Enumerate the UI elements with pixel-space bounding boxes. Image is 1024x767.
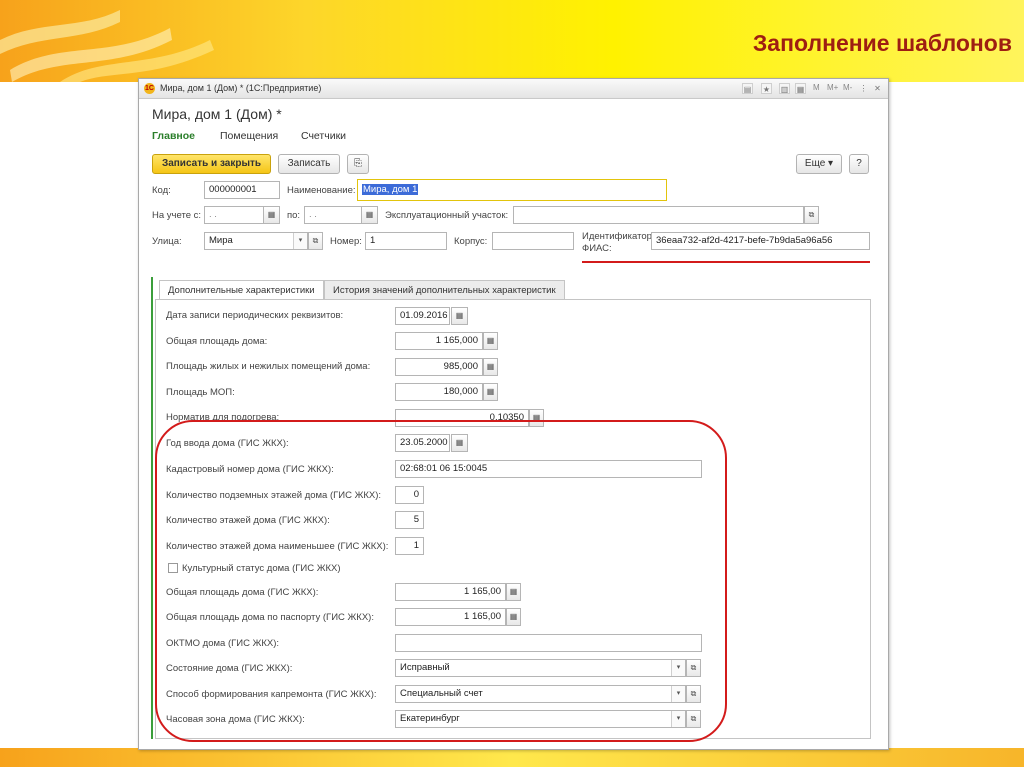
form-title: Мира, дом 1 (Дом) * — [152, 106, 282, 122]
operation-area-field[interactable] — [513, 206, 804, 224]
street-value: Мира — [209, 235, 233, 246]
favorite-icon[interactable]: ★ — [761, 83, 772, 94]
tab-main[interactable]: Главное — [152, 130, 195, 142]
building-field[interactable] — [492, 232, 574, 250]
close-icon[interactable]: ✕ — [872, 83, 883, 94]
calculator-icon[interactable]: ▦ — [483, 358, 498, 376]
more-button[interactable]: Еще ▾ — [796, 154, 842, 174]
tab-additional-characteristics[interactable]: Дополнительные характеристики — [159, 280, 324, 301]
operation-area-label: Эксплуатационный участок: — [385, 210, 509, 221]
code-label: Код: — [152, 185, 171, 196]
number-field[interactable]: 1 — [365, 232, 447, 250]
chevron-down-icon[interactable]: ▾ — [293, 233, 307, 249]
more-label: Еще — [804, 158, 826, 169]
structure-button[interactable]: ⎘ — [347, 154, 369, 174]
print-icon[interactable]: ▥ — [779, 83, 790, 94]
tab-characteristics-history[interactable]: История значений дополнительных характер… — [324, 280, 565, 300]
number-label: Номер: — [330, 236, 362, 247]
registered-to-field[interactable]: . . — [304, 206, 364, 224]
memory-plus-button[interactable]: M+ — [827, 83, 838, 92]
window-title: Мира, дом 1 (Дом) * (1С:Предприятие) — [160, 83, 322, 93]
calculator-icon[interactable]: ▦ — [483, 383, 498, 401]
calculator-icon[interactable]: ▦ — [795, 83, 806, 94]
char-label: Общая площадь дома: — [166, 336, 268, 347]
decorative-swirl-icon — [0, 10, 214, 82]
annotation-underline — [582, 261, 870, 263]
building-label: Корпус: — [454, 236, 488, 247]
calendar-icon[interactable]: ▦ — [263, 206, 280, 224]
save-button[interactable]: Записать — [278, 154, 340, 174]
common-area-field[interactable]: 180,000 — [395, 383, 483, 401]
char-label: Площадь МОП: — [166, 387, 235, 398]
app-logo-icon: 1C — [144, 83, 155, 94]
tab-rooms[interactable]: Помещения — [220, 130, 278, 142]
registered-from-field[interactable]: . . — [204, 206, 264, 224]
annotation-oval — [155, 420, 727, 742]
name-label: Наименование: — [287, 185, 356, 196]
open-form-icon[interactable]: ⧉ — [308, 232, 323, 250]
calculator-icon[interactable]: ▦ — [483, 332, 498, 350]
help-button[interactable]: ? — [849, 154, 869, 174]
memory-m-button[interactable]: M — [813, 83, 820, 92]
save-and-close-button[interactable]: Записать и закрыть — [152, 154, 271, 174]
fias-label-line1: Идентификатор — [582, 231, 652, 242]
slide-title: Заполнение шаблонов — [752, 30, 1012, 56]
structure-icon: ⎘ — [354, 158, 362, 169]
registered-from-label: На учете с: — [152, 210, 202, 221]
window-titlebar: 1C Мира, дом 1 (Дом) * (1С:Предприятие) … — [139, 79, 888, 99]
code-field[interactable]: 000000001 — [204, 181, 280, 199]
registered-to-label: по: — [287, 210, 301, 221]
street-label: Улица: — [152, 236, 182, 247]
menu-icon[interactable]: ⋮ — [858, 83, 869, 94]
calendar-icon[interactable]: ▦ — [361, 206, 378, 224]
name-field[interactable]: Мира, дом 1 — [357, 179, 667, 201]
calendar-icon[interactable]: ▦ — [451, 307, 468, 325]
char-label: Дата записи периодических реквизитов: — [166, 310, 344, 321]
total-area-field[interactable]: 1 165,000 — [395, 332, 483, 350]
char-label: Площадь жилых и нежилых помещений дома: — [166, 361, 371, 372]
living-area-field[interactable]: 985,000 — [395, 358, 483, 376]
fias-label-line2: ФИАС: — [582, 243, 612, 254]
fias-field[interactable]: 36eaa732-af2d-4217-befe-7b9da5a96a56 — [651, 232, 870, 250]
tab-meters[interactable]: Счетчики — [301, 130, 346, 142]
periodic-date-field[interactable]: 01.09.2016 — [395, 307, 450, 325]
group-indicator — [151, 277, 153, 739]
street-field[interactable]: Мира ▾ — [204, 232, 308, 250]
link-icon[interactable]: ▤ — [742, 83, 753, 94]
slide-footer — [0, 748, 1024, 767]
memory-minus-button[interactable]: M- — [843, 83, 852, 92]
name-value: Мира, дом 1 — [362, 184, 419, 195]
open-form-icon[interactable]: ⧉ — [804, 206, 819, 224]
